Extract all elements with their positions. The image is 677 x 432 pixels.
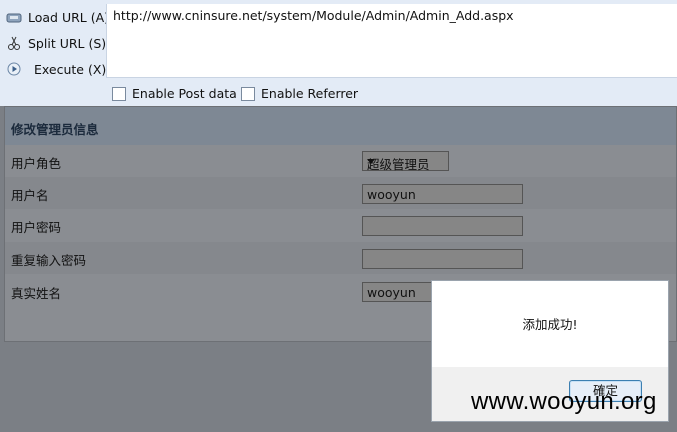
realname-value: wooyun (367, 285, 416, 300)
hackbar-toolbar: Load URL (A) Split URL (S) Execute (X) h… (0, 0, 677, 106)
split-url-icon (6, 35, 22, 51)
enable-referrer-checkbox[interactable] (241, 86, 255, 101)
execute-button[interactable]: Execute (X) (6, 58, 106, 80)
alert-message: 添加成功! (522, 317, 578, 332)
form-row-confirm-password: 重复输入密码 (5, 242, 676, 274)
load-url-icon (6, 9, 22, 25)
username-label: 用户名 (11, 188, 49, 203)
split-url-button[interactable]: Split URL (S) (6, 32, 106, 54)
chevron-down-icon (367, 159, 375, 164)
form-title-bar: 修改管理员信息 (5, 107, 676, 145)
form-title: 修改管理员信息 (11, 122, 99, 137)
role-label: 用户角色 (11, 156, 62, 171)
realname-label: 真实姓名 (11, 286, 62, 301)
form-row-password: 用户密码 (5, 209, 676, 241)
load-url-button[interactable]: Load URL (A) (6, 6, 109, 28)
password-label: 用户密码 (11, 220, 62, 235)
confirm-password-input[interactable] (362, 249, 523, 269)
url-textarea[interactable]: http://www.cninsure.net/system/Module/Ad… (106, 4, 677, 78)
enable-referrer-option[interactable]: Enable Referrer (241, 86, 358, 101)
url-text: http://www.cninsure.net/system/Module/Ad… (113, 8, 514, 23)
enable-post-data-checkbox[interactable] (112, 86, 126, 101)
form-row-username: 用户名 wooyun (5, 177, 676, 209)
role-select[interactable]: 超级管理员 (362, 151, 449, 172)
split-url-label: Split URL (S) (28, 35, 107, 51)
username-value: wooyun (367, 187, 416, 202)
enable-referrer-label: Enable Referrer (261, 86, 359, 101)
load-url-label: Load URL (A) (28, 9, 110, 25)
execute-label: Execute (X) (34, 61, 107, 77)
form-row-role: 用户角色 超级管理员 (5, 145, 676, 177)
watermark: www.wooyun.org (471, 388, 657, 415)
enable-post-data-label: Enable Post data (132, 86, 237, 101)
confirm-password-label: 重复输入密码 (11, 253, 87, 268)
enable-post-data-option[interactable]: Enable Post data (112, 86, 237, 101)
username-input[interactable]: wooyun (362, 184, 523, 204)
execute-icon (6, 61, 22, 77)
password-input[interactable] (362, 216, 523, 236)
role-select-value: 超级管理员 (367, 157, 430, 172)
